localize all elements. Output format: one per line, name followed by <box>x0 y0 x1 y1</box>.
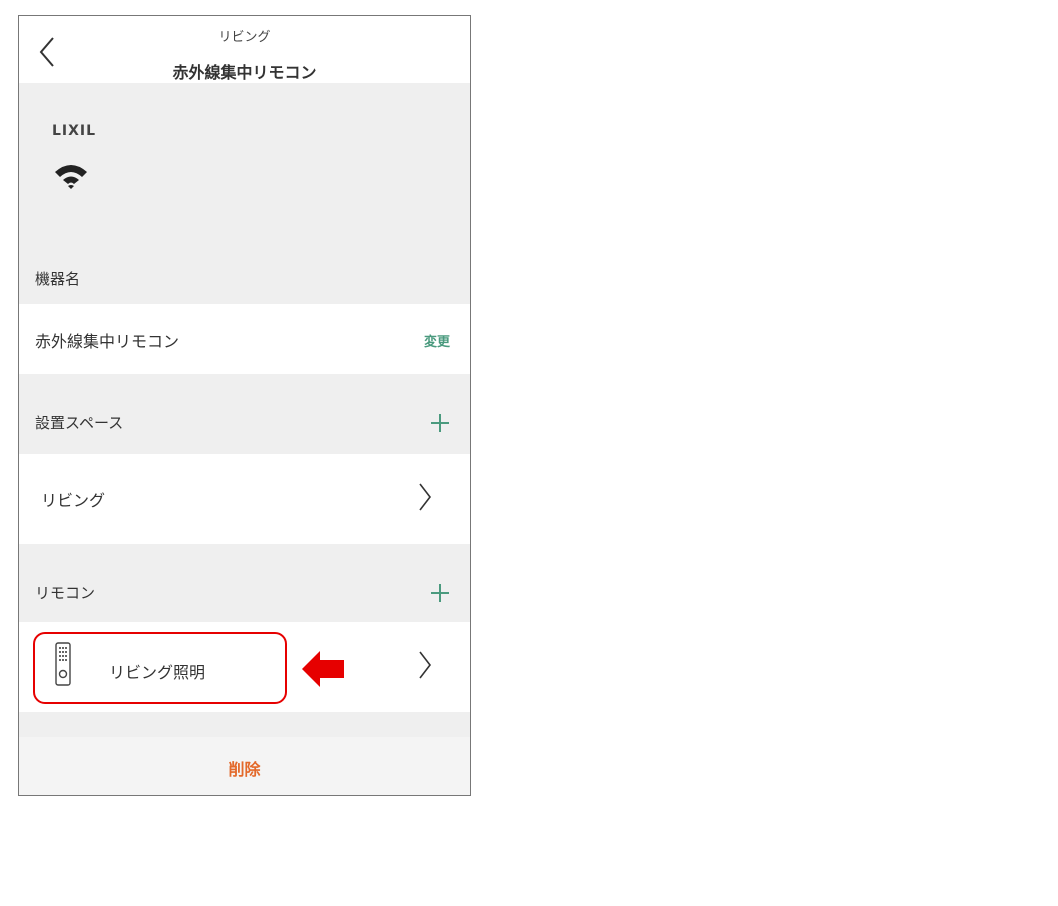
chevron-right-icon <box>419 651 432 679</box>
device-name-value: 赤外線集中リモコン <box>35 332 180 351</box>
add-space-plus-icon[interactable] <box>430 413 450 433</box>
device-detail-screen: リビング 赤外線集中リモコン LIXIL 機器名 赤外線集中リモコン 変更 設置… <box>18 15 471 796</box>
space-item-row[interactable]: リビング <box>19 454 470 544</box>
delete-button[interactable]: 削除 <box>19 737 470 795</box>
brand-label: LIXIL <box>52 123 97 139</box>
highlight-frame <box>33 632 287 704</box>
delete-label: 削除 <box>228 760 261 779</box>
red-arrow-left-icon <box>302 651 344 687</box>
device-name-row: 赤外線集中リモコン 変更 <box>19 304 470 374</box>
space-item-label: リビング <box>41 491 106 510</box>
wifi-icon <box>55 165 87 189</box>
change-name-button[interactable]: 変更 <box>424 331 450 350</box>
page-title: 赤外線集中リモコン <box>172 63 317 82</box>
add-remote-plus-icon[interactable] <box>430 583 450 603</box>
device-header: LIXIL <box>19 83 470 233</box>
remote-section-label: リモコン <box>35 584 96 602</box>
nav-subtitle: リビング <box>218 30 271 45</box>
chevron-right-icon <box>419 483 432 511</box>
device-name-section-label: 機器名 <box>35 270 81 288</box>
nav-bar: リビング 赤外線集中リモコン <box>19 16 470 83</box>
space-section-label: 設置スペース <box>35 414 124 432</box>
